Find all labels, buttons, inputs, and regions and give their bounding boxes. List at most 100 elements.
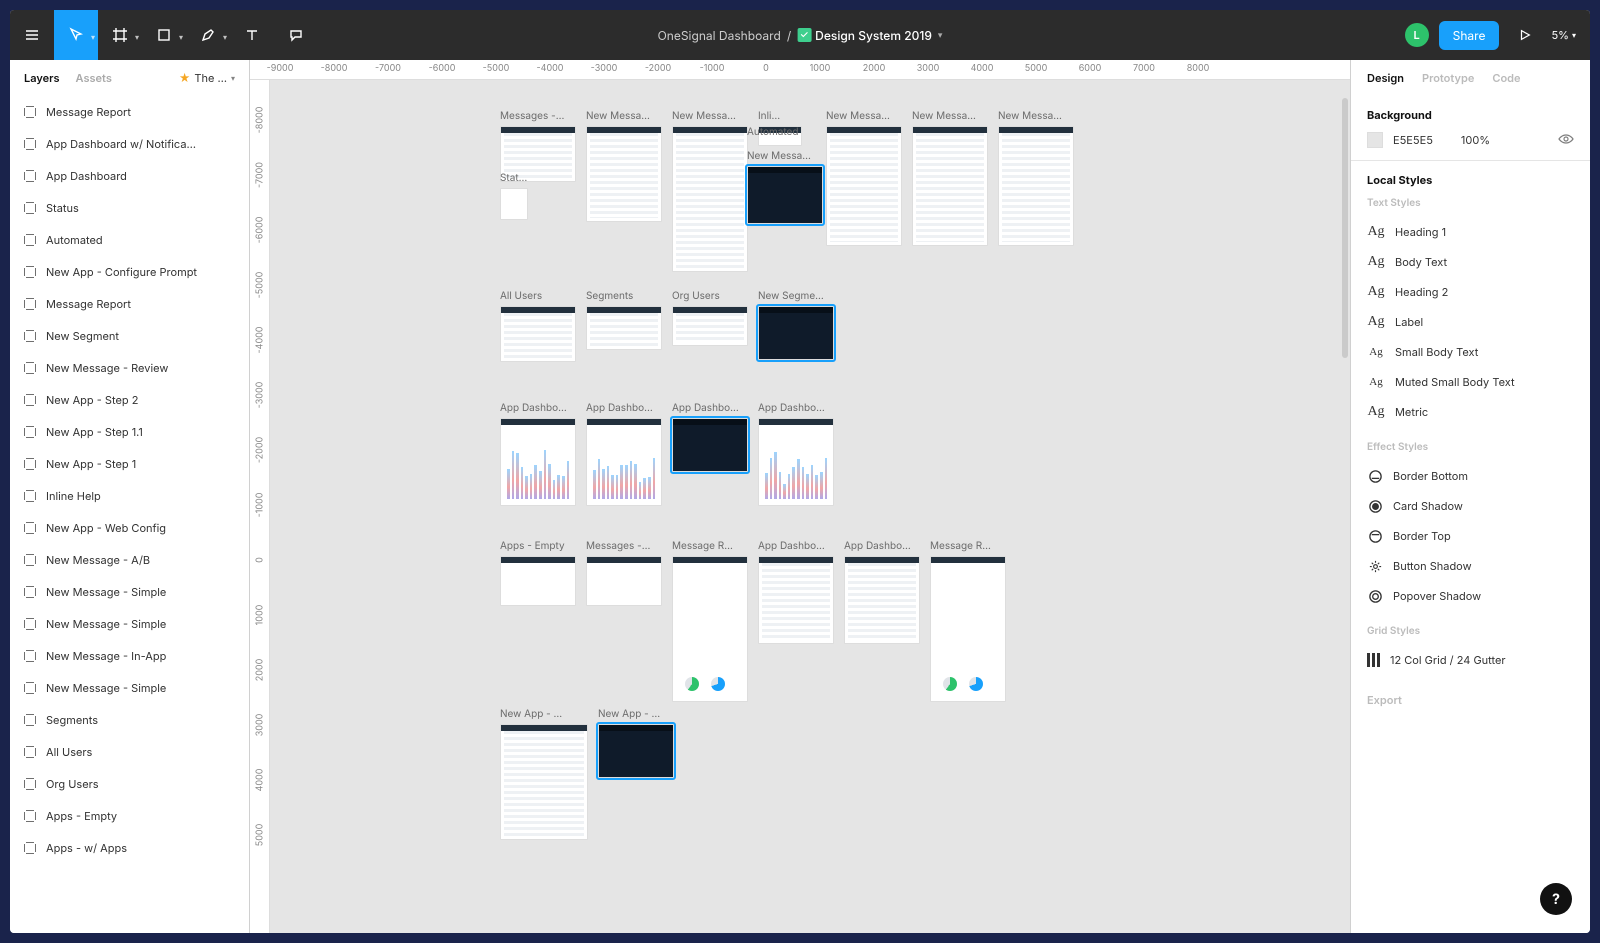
- layer-item[interactable]: Apps - w/ Apps: [10, 832, 249, 864]
- visibility-toggle-icon[interactable]: [1558, 133, 1574, 148]
- help-button[interactable]: ?: [1540, 883, 1572, 915]
- canvas-frame[interactable]: [672, 418, 748, 472]
- present-button[interactable]: [1509, 28, 1541, 42]
- text-style-item[interactable]: AgLabel: [1367, 307, 1574, 337]
- color-swatch[interactable]: [1367, 132, 1383, 148]
- canvas-frame[interactable]: [844, 556, 920, 644]
- layer-item[interactable]: New Message - Simple: [10, 672, 249, 704]
- layer-item[interactable]: Org Users: [10, 768, 249, 800]
- canvas-frame[interactable]: [998, 126, 1074, 246]
- canvas-frame[interactable]: [586, 306, 662, 350]
- layer-item[interactable]: New App - Step 1.1: [10, 416, 249, 448]
- bg-hex-value[interactable]: E5E5E5: [1393, 133, 1433, 147]
- text-style-item[interactable]: AgMuted Small Body Text: [1367, 367, 1574, 397]
- page-selector[interactable]: ★ The … ▾: [179, 71, 235, 85]
- layer-item[interactable]: App Dashboard w/ Notifica…: [10, 128, 249, 160]
- canvas-frame[interactable]: [758, 306, 834, 360]
- canvas-frame[interactable]: [758, 418, 834, 506]
- layer-item[interactable]: Message Report: [10, 96, 249, 128]
- text-style-item[interactable]: AgMetric: [1367, 397, 1574, 427]
- layer-item[interactable]: Segments: [10, 704, 249, 736]
- frame-tool[interactable]: ▾: [98, 10, 142, 60]
- pen-tool[interactable]: ▾: [186, 10, 230, 60]
- canvas-frame[interactable]: [500, 556, 576, 606]
- zoom-control[interactable]: 5% ▾: [1551, 28, 1576, 42]
- frame-icon: [24, 170, 36, 182]
- canvas-frame[interactable]: [747, 166, 823, 224]
- text-style-preview: Ag: [1367, 254, 1385, 270]
- share-button[interactable]: Share: [1439, 21, 1500, 50]
- layer-item[interactable]: Message Report: [10, 288, 249, 320]
- layer-item[interactable]: New App - Configure Prompt: [10, 256, 249, 288]
- layer-item[interactable]: Automated: [10, 224, 249, 256]
- canvas-frame[interactable]: [500, 188, 528, 220]
- user-avatar[interactable]: L: [1405, 23, 1429, 47]
- canvas-frame[interactable]: [930, 556, 1006, 702]
- shape-tool[interactable]: ▾: [142, 10, 186, 60]
- tab-assets[interactable]: Assets: [76, 71, 112, 85]
- layer-item[interactable]: App Dashboard: [10, 160, 249, 192]
- layer-item[interactable]: New Message - A/B: [10, 544, 249, 576]
- frame-icon: [24, 362, 36, 374]
- text-style-preview: Ag: [1367, 376, 1385, 388]
- text-styles-heading: Text Styles: [1367, 197, 1574, 209]
- frame-label: App Dashbo…: [672, 402, 748, 414]
- canvas-frame[interactable]: [826, 126, 902, 246]
- move-tool[interactable]: ▾: [54, 10, 98, 60]
- effect-style-item[interactable]: Card Shadow: [1367, 491, 1574, 521]
- text-tool[interactable]: [230, 10, 274, 60]
- canvas-frame[interactable]: [500, 724, 588, 840]
- canvas-frame[interactable]: [598, 724, 674, 778]
- canvas-frame[interactable]: [586, 418, 662, 506]
- document-title[interactable]: OneSignal Dashboard / ✓ Design System 20…: [658, 28, 943, 43]
- layer-label: New Message - Simple: [46, 617, 166, 631]
- local-styles-heading: Local Styles: [1367, 173, 1574, 187]
- layer-item[interactable]: New App - Step 1: [10, 448, 249, 480]
- tab-code[interactable]: Code: [1492, 71, 1520, 85]
- layer-item[interactable]: New Segment: [10, 320, 249, 352]
- tab-prototype[interactable]: Prototype: [1422, 71, 1474, 85]
- text-style-preview: Ag: [1367, 346, 1385, 358]
- text-style-item[interactable]: AgHeading 2: [1367, 277, 1574, 307]
- tab-design[interactable]: Design: [1367, 71, 1404, 85]
- rectangle-icon: [156, 27, 172, 43]
- layer-item[interactable]: New Message - In-App: [10, 640, 249, 672]
- comment-tool[interactable]: [274, 10, 318, 60]
- layer-item[interactable]: Status: [10, 192, 249, 224]
- grid-style-item[interactable]: 12 Col Grid / 24 Gutter: [1367, 645, 1574, 675]
- canvas-frame[interactable]: [758, 556, 834, 644]
- text-style-item[interactable]: AgHeading 1: [1367, 217, 1574, 247]
- layer-item[interactable]: New Message - Simple: [10, 576, 249, 608]
- canvas[interactable]: Messages -…New Messa…New Messa…Inli… New…: [250, 80, 1350, 933]
- text-style-item[interactable]: AgBody Text: [1367, 247, 1574, 277]
- canvas-frame[interactable]: [586, 556, 662, 606]
- background-color-row[interactable]: E5E5E5 100%: [1367, 132, 1574, 148]
- canvas-frame[interactable]: [672, 306, 748, 346]
- canvas-frame[interactable]: [500, 306, 576, 362]
- layer-item[interactable]: New Message - Simple: [10, 608, 249, 640]
- layer-label: Message Report: [46, 297, 131, 311]
- effect-style-item[interactable]: Border Bottom: [1367, 461, 1574, 491]
- canvas-frame[interactable]: [586, 126, 662, 222]
- canvas-frame[interactable]: [912, 126, 988, 246]
- frame-label: New Messa…: [586, 110, 662, 122]
- tab-layers[interactable]: Layers: [24, 71, 60, 85]
- menu-button[interactable]: [10, 10, 54, 60]
- layer-item[interactable]: All Users: [10, 736, 249, 768]
- layer-item[interactable]: New Message - Review: [10, 352, 249, 384]
- page-name: The …: [194, 71, 227, 85]
- effect-style-item[interactable]: Border Top: [1367, 521, 1574, 551]
- effect-style-item[interactable]: Popover Shadow: [1367, 581, 1574, 611]
- canvas-frame[interactable]: [672, 556, 748, 702]
- chevron-down-icon: ▾: [938, 30, 943, 41]
- canvas-frame[interactable]: [500, 418, 576, 506]
- layer-item[interactable]: Inline Help: [10, 480, 249, 512]
- bg-opacity-value[interactable]: 100%: [1461, 133, 1490, 147]
- layer-item[interactable]: Apps - Empty: [10, 800, 249, 832]
- layer-item[interactable]: New App - Web Config: [10, 512, 249, 544]
- layers-list[interactable]: Message ReportApp Dashboard w/ Notifica……: [10, 96, 249, 933]
- canvas-frame[interactable]: [672, 126, 748, 272]
- layer-item[interactable]: New App - Step 2: [10, 384, 249, 416]
- text-style-item[interactable]: AgSmall Body Text: [1367, 337, 1574, 367]
- effect-style-item[interactable]: Button Shadow: [1367, 551, 1574, 581]
